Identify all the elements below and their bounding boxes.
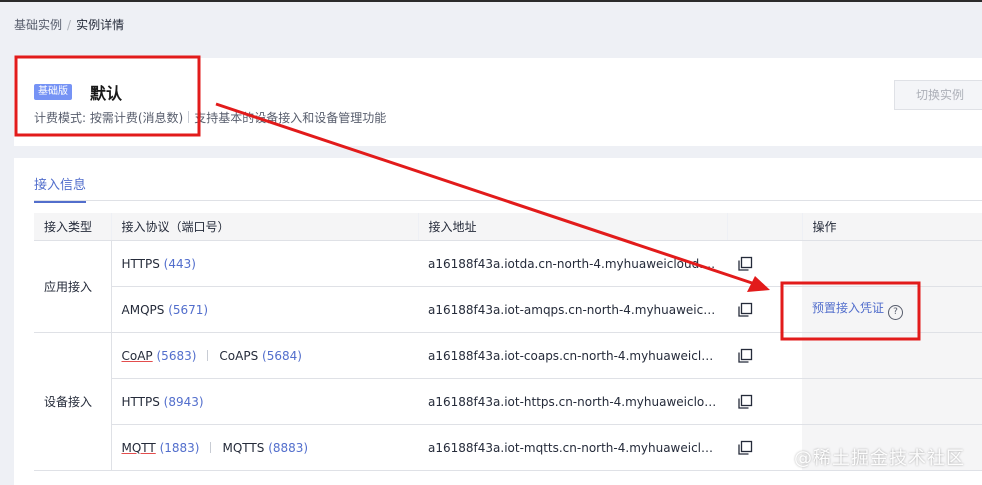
table-row: AMQPS (5671) a16188f43a.iot-amqps.cn-nor… xyxy=(34,286,982,333)
breadcrumb-separator: / xyxy=(67,17,72,32)
port-number-secure: (5684) xyxy=(262,348,302,363)
copy-cell xyxy=(727,240,802,287)
help-icon[interactable]: ? xyxy=(888,305,904,320)
copy-cell xyxy=(727,424,802,471)
port-number: (5683) xyxy=(156,348,197,363)
header-operation: 操作 xyxy=(802,213,982,241)
copy-cell xyxy=(727,286,802,333)
protocol-name: CoAP xyxy=(121,348,153,363)
address-cell: a16188f43a.iot-mqtts.cn-north-4.myhuawei… xyxy=(418,424,727,471)
address-cell: a16188f43a.iot-amqps.cn-north-4.myhuawei… xyxy=(418,286,727,333)
table-row: 设备接入 CoAP (5683) CoAPS (5684) a16188f43a.… xyxy=(34,332,982,471)
instance-name: 默认 xyxy=(90,84,123,103)
copy-cell xyxy=(727,332,802,379)
protocol-cell: MQTT (1883) MQTTS (8883) xyxy=(111,424,418,471)
port-number-secure: (8883) xyxy=(268,440,309,455)
address-cell: a16188f43a.iot-https.cn-north-4.myhuawei… xyxy=(418,378,727,425)
tab-divider xyxy=(34,200,982,201)
protocol-divider xyxy=(210,441,212,453)
header-protocol: 接入协议（端口号） xyxy=(111,213,419,241)
preset-credential-link[interactable]: 预置接入凭证 xyxy=(812,301,884,315)
protocol-cell: HTTPS (443) xyxy=(111,240,418,287)
table-header-row: 接入类型 接入协议（端口号） 接入地址 操作 xyxy=(34,213,982,241)
instance-meta: 计费模式: 按需计费(消息数) 支持基本的设备接入和设备管理功能 xyxy=(34,109,386,126)
copy-icon[interactable] xyxy=(737,348,753,364)
operation-cell xyxy=(802,240,982,287)
port-number: (5671) xyxy=(168,302,209,317)
operation-cell xyxy=(802,378,982,425)
protocol-name: HTTPS xyxy=(121,256,160,271)
edition-badge: 基础版 xyxy=(34,84,72,100)
copy-icon[interactable] xyxy=(737,394,753,410)
protocol-name: HTTPS xyxy=(121,394,160,409)
breadcrumb-current: 实例详情 xyxy=(76,18,125,32)
operation-cell: 预置接入凭证? xyxy=(802,286,982,333)
header-address: 接入地址 xyxy=(418,213,728,241)
instance-description: 支持基本的设备接入和设备管理功能 xyxy=(194,111,387,125)
switch-instance-button[interactable]: 切换实例 xyxy=(894,80,982,110)
protocol-cell: CoAP (5683) CoAPS (5684) xyxy=(111,332,418,379)
billing-mode: 计费模式: 按需计费(消息数) xyxy=(34,111,184,125)
port-number: (443) xyxy=(163,256,196,271)
watermark: @稀土掘金技术社区 xyxy=(794,448,965,469)
address-cell: a16188f43a.iotda.cn-north-4.myhuaweiclou… xyxy=(418,240,727,287)
breadcrumb: 基础实例 / 实例详情 xyxy=(14,16,124,33)
protocol-name-secure: MQTTS xyxy=(222,440,265,455)
protocol-cell: AMQPS (5671) xyxy=(111,286,418,333)
access-table: 接入类型 接入协议（端口号） 接入地址 操作 应用接入 HTTPS (443) … xyxy=(34,213,982,471)
protocol-divider xyxy=(207,349,209,361)
table-row: HTTPS (8943) a16188f43a.iot-https.cn-nor… xyxy=(34,378,982,425)
operation-cell xyxy=(802,332,982,379)
address-cell: a16188f43a.iot-coaps.cn-north-4.myhuawei… xyxy=(418,332,727,379)
meta-divider xyxy=(188,111,190,123)
access-info-card: 接入信息 接入类型 接入协议（端口号） 接入地址 操作 应用接入 HTTPS (… xyxy=(14,158,982,485)
copy-icon[interactable] xyxy=(737,440,753,456)
port-number: (8943) xyxy=(163,394,204,409)
instance-summary-card: 基础版 默认 计费模式: 按需计费(消息数) 支持基本的设备接入和设备管理功能 切… xyxy=(14,58,982,146)
protocol-name: MQTT xyxy=(121,440,156,455)
group-app-access: 应用接入 xyxy=(34,240,112,333)
protocol-name-secure: CoAPS xyxy=(219,348,259,363)
header-type: 接入类型 xyxy=(34,213,112,241)
copy-cell xyxy=(727,378,802,425)
group-device-access: 设备接入 xyxy=(34,332,112,471)
copy-icon[interactable] xyxy=(737,302,753,318)
breadcrumb-parent-link[interactable]: 基础实例 xyxy=(14,16,62,33)
header-copy xyxy=(727,213,803,241)
top-border xyxy=(0,0,982,2)
protocol-cell: HTTPS (8943) xyxy=(111,378,418,425)
port-number: (1883) xyxy=(159,440,200,455)
table-row: 应用接入 HTTPS (443) a16188f43a.iotda.cn-nor… xyxy=(34,240,982,333)
protocol-name: AMQPS xyxy=(121,302,165,317)
copy-icon[interactable] xyxy=(737,256,753,272)
tab-access-info[interactable]: 接入信息 xyxy=(34,174,87,203)
